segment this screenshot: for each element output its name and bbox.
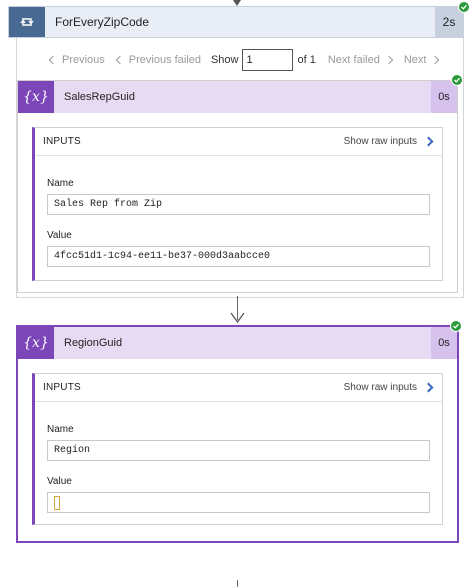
action-header[interactable]: {x} SalesRepGuid 0s — [18, 81, 457, 113]
page-number-input[interactable] — [242, 49, 294, 71]
field-value-label: Value — [47, 476, 72, 487]
variable-icon: {x} — [18, 327, 54, 359]
action-header[interactable]: {x} RegionGuid 0s — [18, 327, 457, 359]
inputs-header: INPUTS Show raw inputs — [35, 374, 442, 402]
field-name-value: Region — [47, 440, 430, 461]
chevron-right-icon[interactable] — [423, 382, 434, 393]
loop-check-icon — [458, 1, 470, 13]
empty-value-marker — [54, 495, 60, 510]
action-card-regionguid: {x} RegionGuid 0s INPUTS Show raw inputs… — [16, 325, 459, 543]
field-name-value: Sales Rep from Zip — [47, 194, 430, 215]
loop-duration: 2s — [435, 7, 463, 37]
field-value-label: Value — [47, 230, 72, 241]
next-button[interactable]: Next — [404, 54, 440, 66]
action-duration: 0s — [431, 81, 457, 113]
previous-button[interactable]: Previous — [48, 54, 105, 66]
show-raw-inputs-link[interactable]: Show raw inputs — [344, 382, 417, 393]
page-count-label: of 1 — [297, 54, 316, 66]
variable-icon: {x} — [18, 81, 54, 113]
field-value-value: 4fcc51d1-1c94-ee11-be37-000d3aabcce0 — [47, 246, 430, 267]
loop-title: ForEveryZipCode — [55, 15, 150, 29]
chevron-left-icon — [48, 55, 58, 65]
field-value-value — [47, 492, 430, 513]
inputs-panel: INPUTS Show raw inputs Name Sales Rep fr… — [32, 127, 443, 281]
show-raw-inputs-link[interactable]: Show raw inputs — [344, 136, 417, 147]
inputs-label: INPUTS — [43, 382, 81, 393]
action-check-icon — [451, 74, 463, 86]
middle-arrow-head — [230, 312, 245, 324]
action-duration: 0s — [431, 327, 457, 359]
field-name-label: Name — [47, 424, 74, 435]
field-name-label: Name — [47, 178, 74, 189]
action-card-salesrepguid: {x} SalesRepGuid 0s INPUTS Show raw inpu… — [17, 80, 458, 293]
chevron-right-icon[interactable] — [423, 136, 434, 147]
chevron-left-icon — [115, 55, 125, 65]
chevron-right-icon — [384, 55, 394, 65]
action-title: SalesRepGuid — [64, 91, 135, 103]
inputs-label: INPUTS — [43, 136, 81, 147]
loop-header[interactable]: ForEveryZipCode 2s — [8, 6, 464, 38]
action-title: RegionGuid — [64, 337, 123, 349]
inputs-header: INPUTS Show raw inputs — [35, 128, 442, 156]
chevron-right-icon — [431, 55, 440, 65]
pager: Previous Previous failed Show of 1 Next … — [48, 49, 440, 71]
action-body: INPUTS Show raw inputs Name Sales Rep fr… — [18, 113, 457, 292]
loop-icon — [9, 7, 45, 37]
show-label: Show — [210, 54, 239, 66]
previous-failed-button[interactable]: Previous failed — [115, 54, 201, 66]
next-failed-button[interactable]: Next failed — [328, 54, 394, 66]
action-body: INPUTS Show raw inputs Name Region Value — [18, 359, 457, 541]
bottom-connector — [237, 580, 238, 587]
inputs-panel: INPUTS Show raw inputs Name Region Value — [32, 373, 443, 525]
action-check-icon — [450, 320, 462, 332]
